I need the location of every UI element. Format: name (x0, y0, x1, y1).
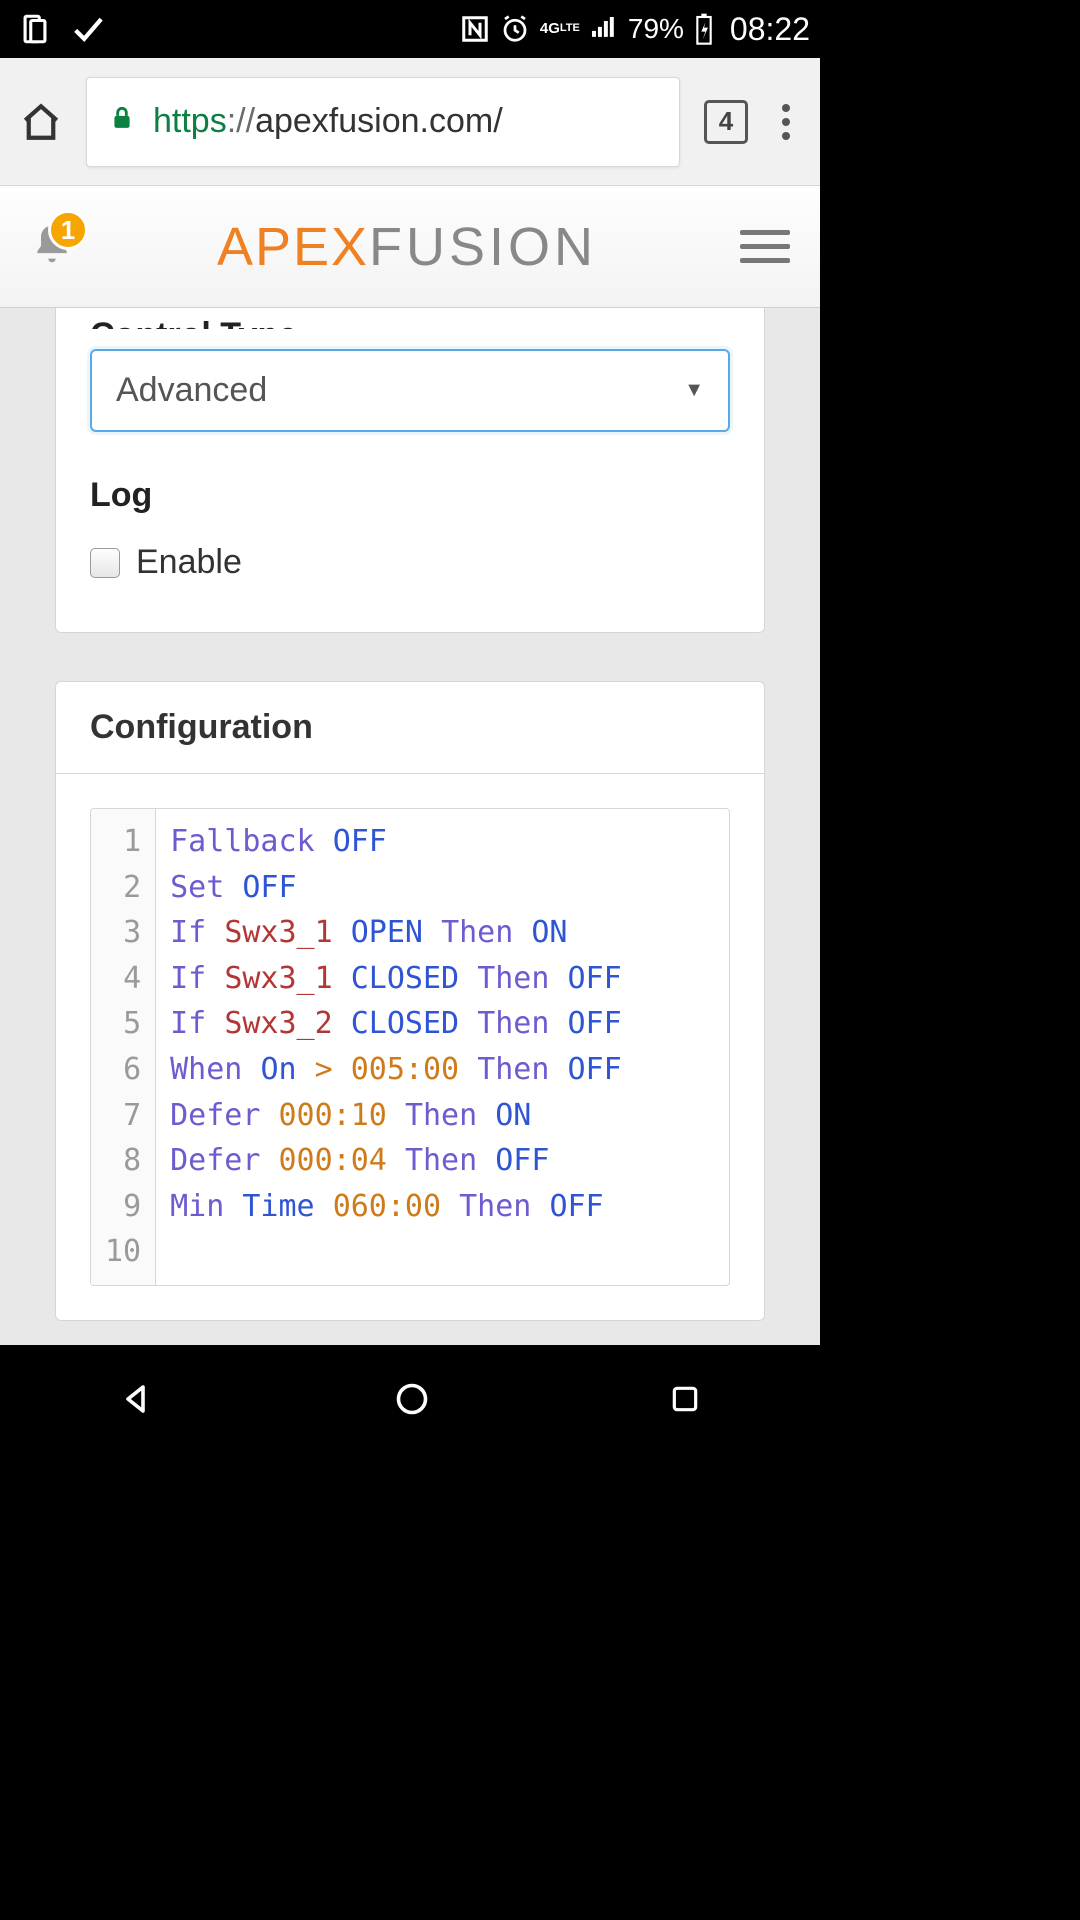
screenshot-icon (18, 12, 52, 46)
home-button[interactable] (394, 1381, 430, 1422)
control-type-select[interactable]: Advanced ▼ (90, 349, 730, 432)
app-logo[interactable]: APEXFUSION (217, 216, 597, 278)
clock: 08:22 (730, 11, 810, 48)
signal-icon (590, 15, 618, 43)
recents-button[interactable] (669, 1383, 701, 1420)
settings-card: Control Type Advanced ▼ Log Enable (55, 308, 765, 633)
home-icon[interactable] (20, 101, 62, 143)
network-type-label: 4GLTE (540, 22, 580, 36)
menu-icon[interactable] (740, 230, 790, 263)
url-separator: :// (227, 102, 255, 141)
chevron-down-icon: ▼ (684, 379, 704, 402)
code-content[interactable]: Fallback OFFSet OFFIf Swx3_1 OPEN Then O… (156, 809, 636, 1285)
android-status-bar: 4GLTE 79% 08:22 (0, 0, 820, 58)
tab-count: 4 (719, 106, 733, 137)
lock-icon (109, 102, 135, 141)
control-type-label: Control Type (90, 315, 730, 329)
page-content: Control Type Advanced ▼ Log Enable Confi… (0, 308, 820, 1345)
android-nav-bar (0, 1345, 820, 1457)
configuration-header: Configuration (56, 682, 764, 774)
logo-main: APEX (217, 217, 369, 277)
notifications-button[interactable]: 1 (30, 220, 74, 273)
url-host: apexfusion.com/ (255, 102, 503, 141)
nfc-icon (460, 14, 490, 44)
line-gutter: 12345678910 (91, 809, 156, 1285)
url-bar[interactable]: https://apexfusion.com/ (86, 77, 680, 167)
app-header: 1 APEXFUSION (0, 186, 820, 308)
browser-toolbar: https://apexfusion.com/ 4 (0, 58, 820, 186)
enable-label: Enable (136, 543, 242, 582)
alarm-icon (500, 14, 530, 44)
control-type-value: Advanced (116, 371, 267, 410)
back-button[interactable] (119, 1381, 155, 1422)
battery-pct: 79% (628, 13, 684, 45)
url-scheme: https (153, 102, 227, 141)
log-label: Log (90, 476, 730, 515)
notification-badge: 1 (48, 210, 88, 250)
enable-checkbox[interactable] (90, 548, 120, 578)
tabs-button[interactable]: 4 (704, 100, 748, 144)
battery-charging-icon (694, 13, 714, 45)
checkmark-icon (70, 12, 104, 46)
code-editor[interactable]: 12345678910 Fallback OFFSet OFFIf Swx3_1… (90, 808, 730, 1286)
logo-sub: FUSION (369, 217, 597, 277)
browser-menu-icon[interactable] (772, 104, 800, 140)
configuration-card: Configuration 12345678910 Fallback OFFSe… (55, 681, 765, 1321)
